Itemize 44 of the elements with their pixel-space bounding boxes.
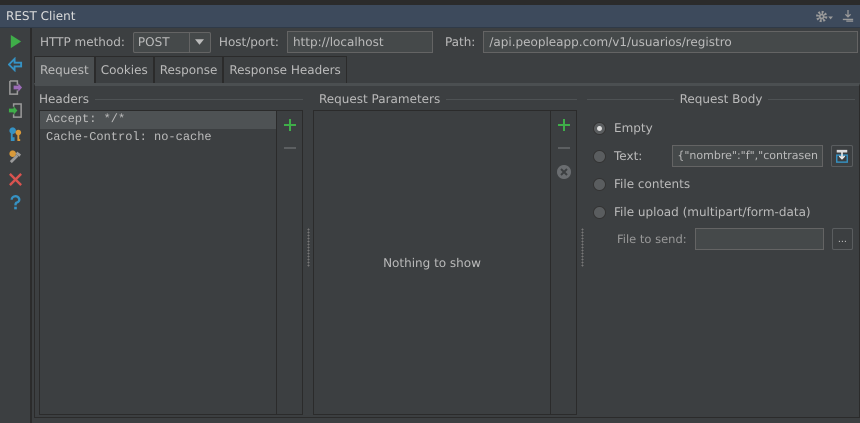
tab[interactable]: Response Headers (223, 56, 347, 83)
option-label: Text: (614, 149, 642, 163)
section-title: Request Parameters (319, 92, 440, 106)
close-icon[interactable] (8, 172, 22, 187)
radio-button[interactable] (593, 178, 606, 190)
method-label: HTTP method: (40, 35, 125, 49)
host-label: Host/port: (218, 35, 279, 49)
option-label: File contents (614, 177, 690, 191)
keys-icon[interactable] (8, 126, 22, 141)
export-icon[interactable] (8, 80, 22, 95)
section-title: Request Body (680, 92, 762, 106)
tab[interactable]: Cookies (94, 56, 154, 83)
text-field[interactable]: {"nombre":"f","contrasen (672, 145, 823, 167)
file-label: File to send: (617, 232, 687, 246)
caret-icon (195, 39, 204, 45)
import-icon[interactable] (8, 103, 22, 118)
method-dropdown[interactable]: POST (132, 32, 211, 52)
download-icon (835, 149, 849, 163)
tab[interactable]: Request (34, 56, 95, 83)
empty-message: Nothing to show (383, 256, 481, 270)
add-icon[interactable] (284, 119, 296, 131)
settings-icon[interactable] (815, 8, 834, 24)
hide-icon[interactable] (842, 9, 854, 23)
radio-button[interactable] (593, 122, 606, 134)
file-field[interactable] (694, 228, 824, 250)
header-row[interactable]: Accept: */* (40, 111, 276, 129)
section-title: Headers (39, 92, 89, 106)
host-field[interactable]: http://localhost (286, 31, 433, 53)
option-label: File upload (multipart/form-data) (614, 205, 811, 219)
path-label: Path: (444, 35, 476, 49)
radio-button[interactable] (593, 150, 606, 162)
help-icon[interactable] (8, 195, 22, 210)
window-title: REST Client (6, 9, 76, 23)
wrench-icon[interactable] (8, 149, 22, 164)
clear-icon[interactable] (556, 165, 570, 179)
add-icon[interactable] (558, 119, 570, 131)
option-label: Empty (614, 121, 653, 135)
load-button[interactable] (831, 145, 853, 167)
path-field[interactable]: /api.peopleapp.com/v1/usuarios/registro (483, 31, 858, 53)
tab[interactable]: Response (154, 56, 224, 83)
header-row[interactable]: Cache-Control: no-cache (40, 129, 276, 147)
radio-button[interactable] (593, 206, 606, 218)
arrow-icon[interactable] (8, 57, 22, 72)
browse-button[interactable]: ... (832, 228, 853, 250)
